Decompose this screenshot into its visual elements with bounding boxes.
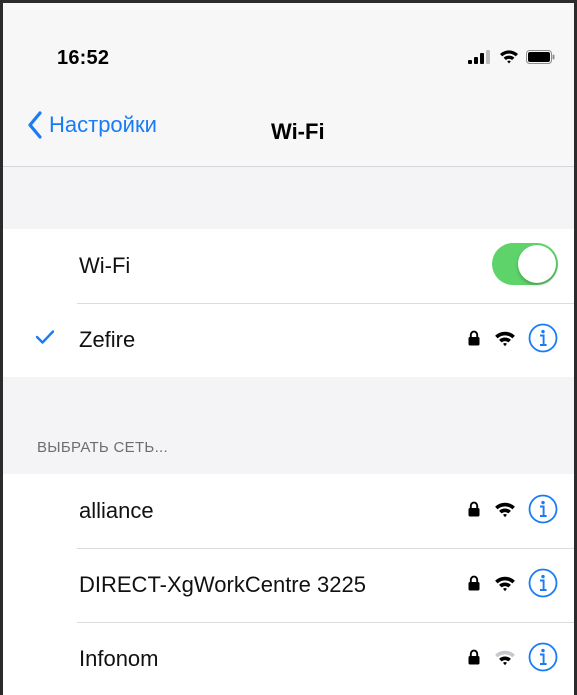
lock-icon [468, 330, 480, 346]
info-icon[interactable] [528, 323, 558, 353]
network-name: Infonom [79, 646, 159, 671]
wifi-toggle-switch[interactable] [492, 243, 558, 285]
status-icons [468, 49, 556, 64]
network-status-icons [468, 642, 558, 672]
navigation-bar: Настройки Wi-Fi [3, 95, 574, 167]
choose-network-header: ВЫБРАТЬ СЕТЬ... [37, 439, 168, 456]
available-networks-list: alliance DIRECT-XgWorkCentre 3225 Infono… [3, 474, 574, 695]
battery-icon [526, 49, 555, 64]
info-icon[interactable] [528, 568, 558, 598]
wifi-strength-icon [495, 650, 515, 665]
lock-icon [468, 501, 480, 517]
chevron-left-icon [28, 111, 42, 139]
wifi-strength-icon [495, 331, 515, 346]
network-status-icons [468, 568, 558, 598]
network-row[interactable]: DIRECT-XgWorkCentre 3225 [3, 548, 574, 622]
network-name: alliance [79, 498, 154, 523]
wifi-toggle-label: Wi-Fi [79, 253, 131, 278]
wifi-toggle-row: Wi-Fi [3, 229, 574, 303]
network-name: Zefire [79, 327, 136, 352]
network-row[interactable]: alliance [3, 474, 574, 548]
wifi-strength-icon [495, 502, 515, 517]
back-label: Настройки [49, 112, 157, 137]
network-row[interactable]: Infonom [3, 622, 574, 695]
checkmark-icon [35, 330, 55, 344]
cellular-signal-icon [468, 49, 490, 64]
wifi-settings-group: Wi-Fi Zefire [3, 229, 574, 377]
connected-network-row[interactable]: Zefire [3, 303, 574, 377]
info-icon[interactable] [528, 642, 558, 672]
back-button[interactable]: Настройки [27, 111, 157, 139]
network-name: DIRECT-XgWorkCentre 3225 [79, 572, 366, 597]
lock-icon [468, 649, 480, 665]
wifi-signal-icon [500, 50, 518, 64]
info-icon[interactable] [528, 494, 558, 524]
toggle-knob [518, 245, 556, 283]
network-status-icons [468, 323, 558, 353]
wifi-strength-icon [495, 576, 515, 591]
page-title: Wi-Fi [271, 119, 325, 144]
status-time: 16:52 [57, 47, 110, 69]
status-bar: 16:52 [3, 3, 574, 95]
network-status-icons [468, 494, 558, 524]
phone-screen: 16:52 Настройки Wi-Fi Wi-Fi Zefire ВЫБРА… [0, 0, 577, 695]
lock-icon [468, 575, 480, 591]
